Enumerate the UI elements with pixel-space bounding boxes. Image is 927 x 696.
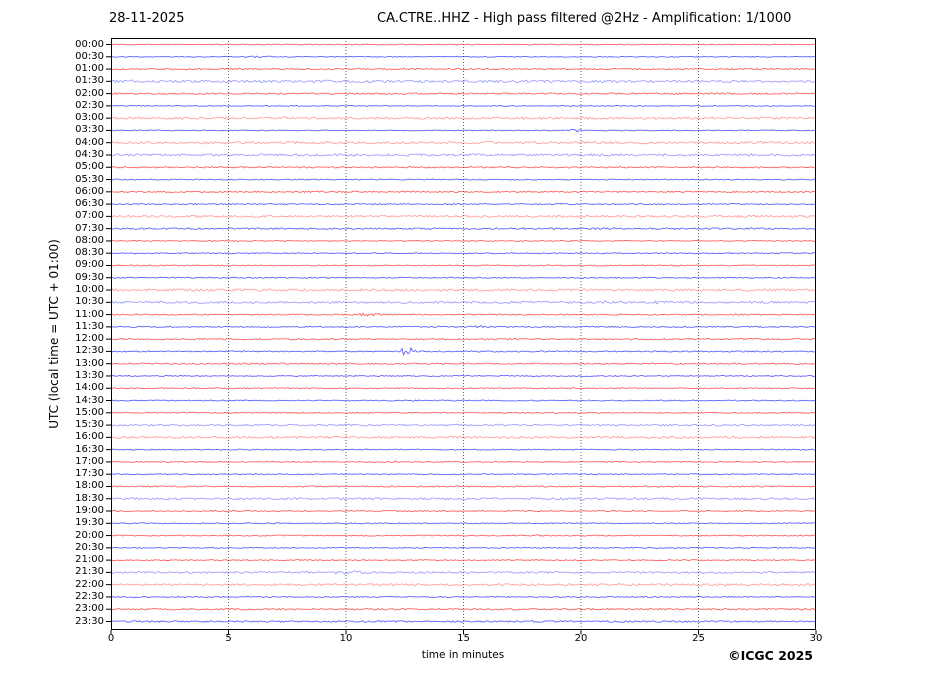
y-tick-label-2330: 23:30	[75, 615, 104, 627]
y-tick-label-1800: 18:00	[75, 480, 104, 492]
y-tick-label-0000: 00:00	[75, 38, 104, 50]
trace-row-0930	[111, 276, 816, 279]
trace-row-2000	[111, 534, 816, 537]
plot-border	[111, 38, 816, 630]
y-tick-label-1330: 13:30	[75, 369, 104, 381]
trace-row-0230	[111, 104, 816, 107]
y-tick-label-0530: 05:30	[75, 173, 104, 185]
y-tick-label-2030: 20:30	[75, 541, 104, 553]
trace-row-2100	[111, 559, 816, 562]
y-tick-label-0700: 07:00	[75, 210, 104, 222]
x-tick-label-15: 15	[457, 633, 470, 644]
copyright-label: ©ICGC 2025	[728, 648, 813, 663]
y-tick-label-1700: 17:00	[75, 455, 104, 467]
y-tick-label-0800: 08:00	[75, 234, 104, 246]
y-tick-label-1000: 10:00	[75, 284, 104, 296]
trace-row-0000	[111, 43, 816, 46]
y-tick-label-2130: 21:30	[75, 566, 104, 578]
y-tick-label-1530: 15:30	[75, 419, 104, 431]
trace-row-0200	[111, 92, 816, 95]
trace-row-1800	[111, 485, 816, 488]
trace-row-0900	[111, 264, 816, 267]
trace-row-0300	[111, 116, 816, 120]
trace-rows	[111, 43, 816, 623]
y-tick-label-1830: 18:30	[75, 492, 104, 504]
trace-row-1130	[111, 324, 816, 329]
y-tick-label-0830: 08:30	[75, 247, 104, 259]
y-tick-label-2000: 20:00	[75, 529, 104, 541]
y-tick-label-0200: 02:00	[75, 87, 104, 99]
y-tick-label-0100: 01:00	[75, 63, 104, 75]
x-tick-label-10: 10	[339, 633, 353, 644]
y-tick-label-1200: 12:00	[75, 333, 104, 345]
y-tick-label-1500: 15:00	[75, 406, 104, 418]
y-tick-label-0300: 03:00	[75, 112, 104, 124]
y-tick-label-1100: 11:00	[75, 308, 104, 320]
trace-row-0830	[111, 252, 816, 255]
y-tick-label-0930: 09:30	[75, 271, 104, 283]
y-tick-label-1600: 16:00	[75, 431, 104, 443]
trace-row-1330	[111, 374, 816, 378]
trace-row-2130	[111, 570, 816, 576]
x-tick-label-0: 0	[107, 633, 115, 644]
y-tick-label-2300: 23:00	[75, 603, 104, 615]
trace-row-0730	[111, 227, 816, 231]
y-tick-label-0500: 05:00	[75, 161, 104, 173]
trace-row-1100	[111, 312, 816, 317]
helicorder-figure: 28-11-2025 CA.CTRE..HHZ - High pass filt…	[0, 0, 927, 696]
y-tick-label-1030: 10:30	[75, 296, 104, 308]
trace-row-0630	[111, 202, 816, 206]
trace-row-1900	[111, 509, 816, 513]
y-tick-label-0400: 04:00	[75, 136, 104, 148]
trace-row-0800	[111, 239, 816, 242]
x-tick-label-25: 25	[692, 633, 705, 644]
y-tick-label-0900: 09:00	[75, 259, 104, 271]
y-tick-label-0130: 01:30	[75, 75, 104, 87]
y-tick-label-1930: 19:30	[75, 517, 104, 529]
y-tick-label-1230: 12:30	[75, 345, 104, 357]
y-tick-label-1900: 19:00	[75, 505, 104, 516]
trace-row-2330	[111, 620, 816, 623]
y-tick-label-1730: 17:30	[75, 468, 104, 480]
y-tick-label-2100: 21:00	[75, 554, 104, 566]
trace-row-1600	[111, 435, 816, 440]
x-tick-label-30: 30	[809, 633, 823, 644]
y-tick-label-1300: 13:00	[75, 357, 104, 369]
y-tick-label-0730: 07:30	[75, 222, 104, 234]
y-tick-label-0030: 00:30	[75, 50, 104, 62]
trace-row-1530	[111, 423, 816, 427]
y-tick-label-1430: 14:30	[75, 394, 104, 406]
x-tick-label-5: 5	[225, 633, 232, 644]
y-tick-label-2230: 22:30	[75, 590, 104, 602]
y-tick-label-0430: 04:30	[75, 148, 104, 160]
y-tick-label-1400: 14:00	[75, 382, 104, 394]
trace-row-1430	[111, 399, 816, 402]
trace-row-1930	[111, 522, 816, 525]
trace-row-1400	[111, 387, 816, 390]
y-tick-label-1130: 11:30	[75, 320, 104, 332]
trace-row-0700	[111, 214, 816, 219]
y-tick-label-2200: 22:00	[75, 578, 104, 590]
x-tick-label-20: 20	[574, 633, 588, 644]
y-tick-label-0630: 06:30	[75, 198, 104, 210]
y-tick-label-0600: 06:00	[75, 185, 104, 197]
y-tick-label-1630: 16:30	[75, 443, 104, 455]
trace-plot-canvas	[106, 38, 817, 635]
y-tick-label-0230: 02:30	[75, 99, 104, 111]
trace-row-2200	[111, 583, 816, 587]
x-axis-label: time in minutes	[421, 649, 505, 661]
y-tick-label-0330: 03:30	[75, 124, 104, 136]
trace-row-1300	[111, 362, 816, 365]
